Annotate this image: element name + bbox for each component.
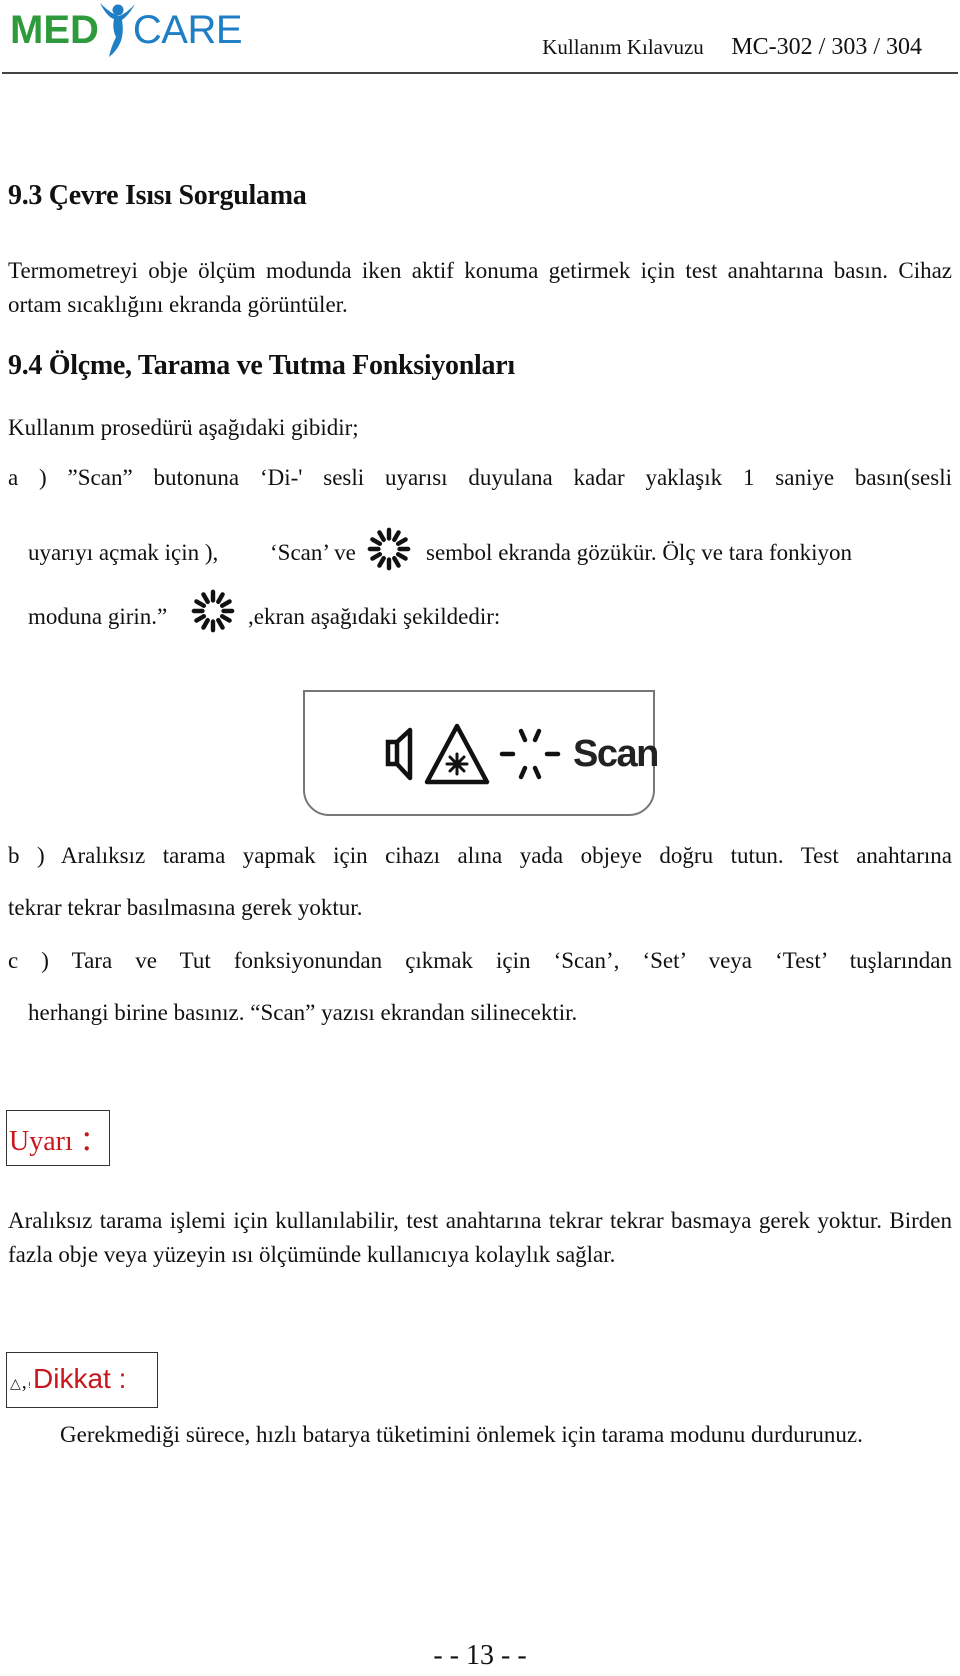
step-c-line1: c ) Tara ve Tut fonksiyonundan çıkmak iç… <box>8 948 952 973</box>
step-a-line2-part2: ‘Scan’ ve <box>270 540 356 565</box>
scan-spinner-icon <box>191 589 235 633</box>
spinner-ray <box>395 552 408 561</box>
page-number: - - 13 - - <box>433 1640 527 1671</box>
spinner-ray <box>194 599 207 608</box>
caution-callout: △ , ! Dikkat : <box>6 1352 158 1408</box>
step-a-line2: uyarıyı açmak için ), ‘Scan’ ve sembol e… <box>28 527 952 578</box>
step-a-line3-part2: ,ekran aşağıdaki şekildedir: <box>248 604 501 629</box>
model-number: MC-302 / 303 / 304 <box>731 34 922 60</box>
lcd-scan-label: Scan <box>573 732 659 775</box>
warning-body: Aralıksız tarama işlemi için kullanılabi… <box>8 1208 952 1267</box>
header-divider <box>2 72 958 74</box>
caution-label-row: △ , ! Dikkat : <box>10 1363 126 1395</box>
spinner-ray <box>392 530 401 543</box>
spinner-ray <box>370 537 383 546</box>
section-heading-9-3: 9.3 Çevre Isısı Sorgulama <box>8 180 307 211</box>
scan-rays-icon <box>499 728 561 780</box>
step-b-line2: tekrar tekrar basılmasına gerek yoktur. <box>8 895 363 920</box>
lcd-icons-row: Scan <box>385 722 659 786</box>
person-figure-icon <box>99 3 135 57</box>
step-a-line3-part1: moduna girin.” <box>28 604 168 629</box>
spinner-ray <box>377 530 386 543</box>
spinner-ray <box>377 555 386 568</box>
laser-warning-icon <box>424 723 490 785</box>
step-a-line3: moduna girin.” ,ekran aşağıdaki şekilded… <box>28 589 952 642</box>
step-b-line1: b ) Aralıksız tarama yapmak için cihazı … <box>8 843 952 868</box>
spinner-ray <box>201 617 210 630</box>
section-9-3-body: Termometreyi obje ölçüm modunda iken akt… <box>8 258 952 317</box>
section-heading-9-4: 9.4 Ölçme, Tarama ve Tutma Fonksiyonları <box>8 350 515 381</box>
spinner-ray <box>216 592 225 605</box>
warning-triangle-icon: △ <box>10 1376 21 1392</box>
caution-comma: , <box>21 1371 27 1393</box>
spinner-ray <box>392 555 401 568</box>
warning-label: Uyarı ： <box>9 1126 108 1157</box>
scan-spinner-icon <box>367 527 411 571</box>
spinner-ray <box>194 614 207 623</box>
spinner-ray <box>219 599 232 608</box>
spinner-ray <box>216 617 225 630</box>
lcd-display-illustration: Scan <box>303 690 659 816</box>
manual-title: Kullanım Kılavuzu <box>542 35 704 59</box>
caution-label: Dikkat : <box>33 1363 127 1394</box>
step-a-line2-part1: uyarıyı açmak için ), <box>28 540 219 565</box>
step-c-line2: herhangi birine basınız. “Scan” yazısı e… <box>28 1000 578 1025</box>
caution-body: Gerekmediği sürece, hızlı batarya tüketi… <box>60 1422 863 1447</box>
warning-callout: Uyarı ： <box>6 1110 110 1166</box>
medcare-logo: MED CARE <box>10 0 243 60</box>
logo-text-care: CARE <box>132 8 243 52</box>
header-info: Kullanım Kılavuzu MC-302 / 303 / 304 <box>542 34 922 61</box>
logo-text-med: MED <box>10 8 99 52</box>
step-a-line1: a ) ”Scan” butonuna ‘Di-' sesli uyarısı … <box>8 465 952 490</box>
spinner-ray <box>395 537 408 546</box>
spinner-ray <box>370 552 383 561</box>
exclamation-icon: ! <box>27 1381 31 1390</box>
section-9-4-intro: Kullanım prosedürü aşağıdaki gibidir; <box>8 415 359 440</box>
spinner-ray <box>201 592 210 605</box>
step-a-line2-part3: sembol ekranda gözükür. Ölç ve tara fonk… <box>426 540 853 565</box>
spinner-ray <box>219 614 232 623</box>
speaker-icon <box>385 727 413 781</box>
